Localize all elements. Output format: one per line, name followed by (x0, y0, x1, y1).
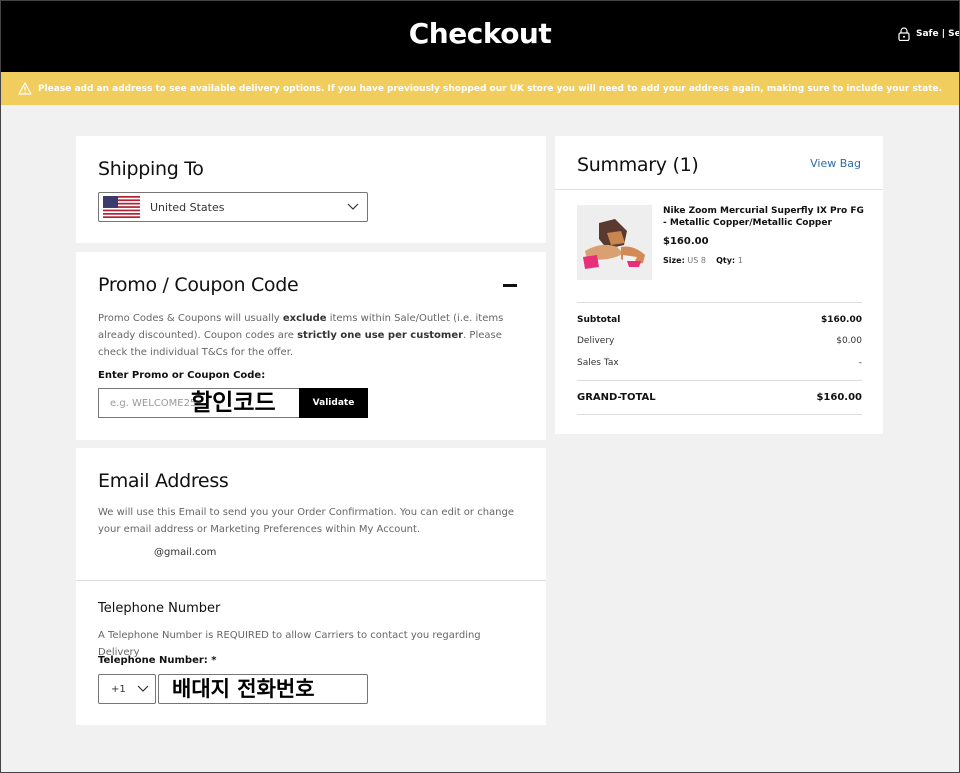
product-price: $160.00 (663, 236, 709, 247)
warning-icon (18, 82, 32, 95)
football-boot-image (577, 205, 652, 280)
country-select[interactable]: United States (98, 192, 368, 222)
promo-card: Promo / Coupon Code Promo Codes & Coupon… (76, 252, 546, 440)
contact-card: Email Address We will use this Email to … (76, 448, 546, 725)
shipping-card: Shipping To United States (76, 136, 546, 243)
phone-number-annotation: 배대지 전화번호 (172, 677, 315, 701)
grand-total-divider-top (577, 380, 862, 381)
summary-title: Summary (1) (577, 154, 699, 176)
promo-code-annotation: 할인코드 (191, 390, 276, 416)
view-bag-link[interactable]: View Bag (810, 157, 861, 170)
country-value: United States (150, 200, 225, 214)
summary-card: Summary (1) View Bag Nike Zoom Mercurial… (555, 136, 883, 434)
banner-text: Please add an address to see available d… (38, 83, 942, 94)
product-thumbnail[interactable] (577, 205, 652, 280)
country-code-value: +1 (111, 683, 126, 695)
shipping-title: Shipping To (98, 158, 204, 180)
secure-checkout-badge: Safe | Se (898, 27, 960, 41)
email-value: @gmail.com (154, 547, 217, 558)
chevron-down-icon (137, 685, 149, 692)
country-code-select[interactable]: +1 (98, 674, 156, 704)
address-warning-banner: Please add an address to see available d… (0, 72, 960, 105)
email-description: We will use this Email to send you your … (98, 507, 515, 535)
promo-input-label: Enter Promo or Coupon Code: (98, 370, 266, 381)
promo-description: Promo Codes & Coupons will usually exclu… (98, 313, 504, 358)
summary-divider (555, 189, 883, 190)
us-flag-icon (103, 196, 140, 218)
lock-icon (898, 27, 910, 41)
chevron-down-icon (347, 203, 359, 210)
phone-row: +1 배대지 전화번호 (76, 580, 546, 725)
secure-text: Safe | Se (916, 29, 960, 39)
totals-divider (577, 302, 862, 303)
product-name[interactable]: Nike Zoom Mercurial Superfly IX Pro FG -… (663, 205, 868, 229)
grand-total-row: GRAND-TOTAL $160.00 (577, 392, 862, 403)
subtotal-row: Subtotal $160.00 (577, 315, 862, 325)
grand-total-divider-bottom (577, 414, 862, 415)
product-meta: Size: US 8 Qty: 1 (663, 256, 743, 265)
checkout-header: Checkout Safe | Se (0, 0, 960, 72)
page-title: Checkout (408, 17, 552, 50)
promo-placeholder: e.g. WELCOME25 (110, 397, 197, 409)
sales-tax-row: Sales Tax - (577, 358, 862, 368)
validate-button[interactable]: Validate (299, 388, 368, 418)
collapse-minus-icon[interactable] (503, 284, 517, 287)
delivery-row: Delivery $0.00 (577, 336, 862, 346)
promo-title: Promo / Coupon Code (98, 274, 299, 296)
email-title: Email Address (98, 470, 229, 492)
